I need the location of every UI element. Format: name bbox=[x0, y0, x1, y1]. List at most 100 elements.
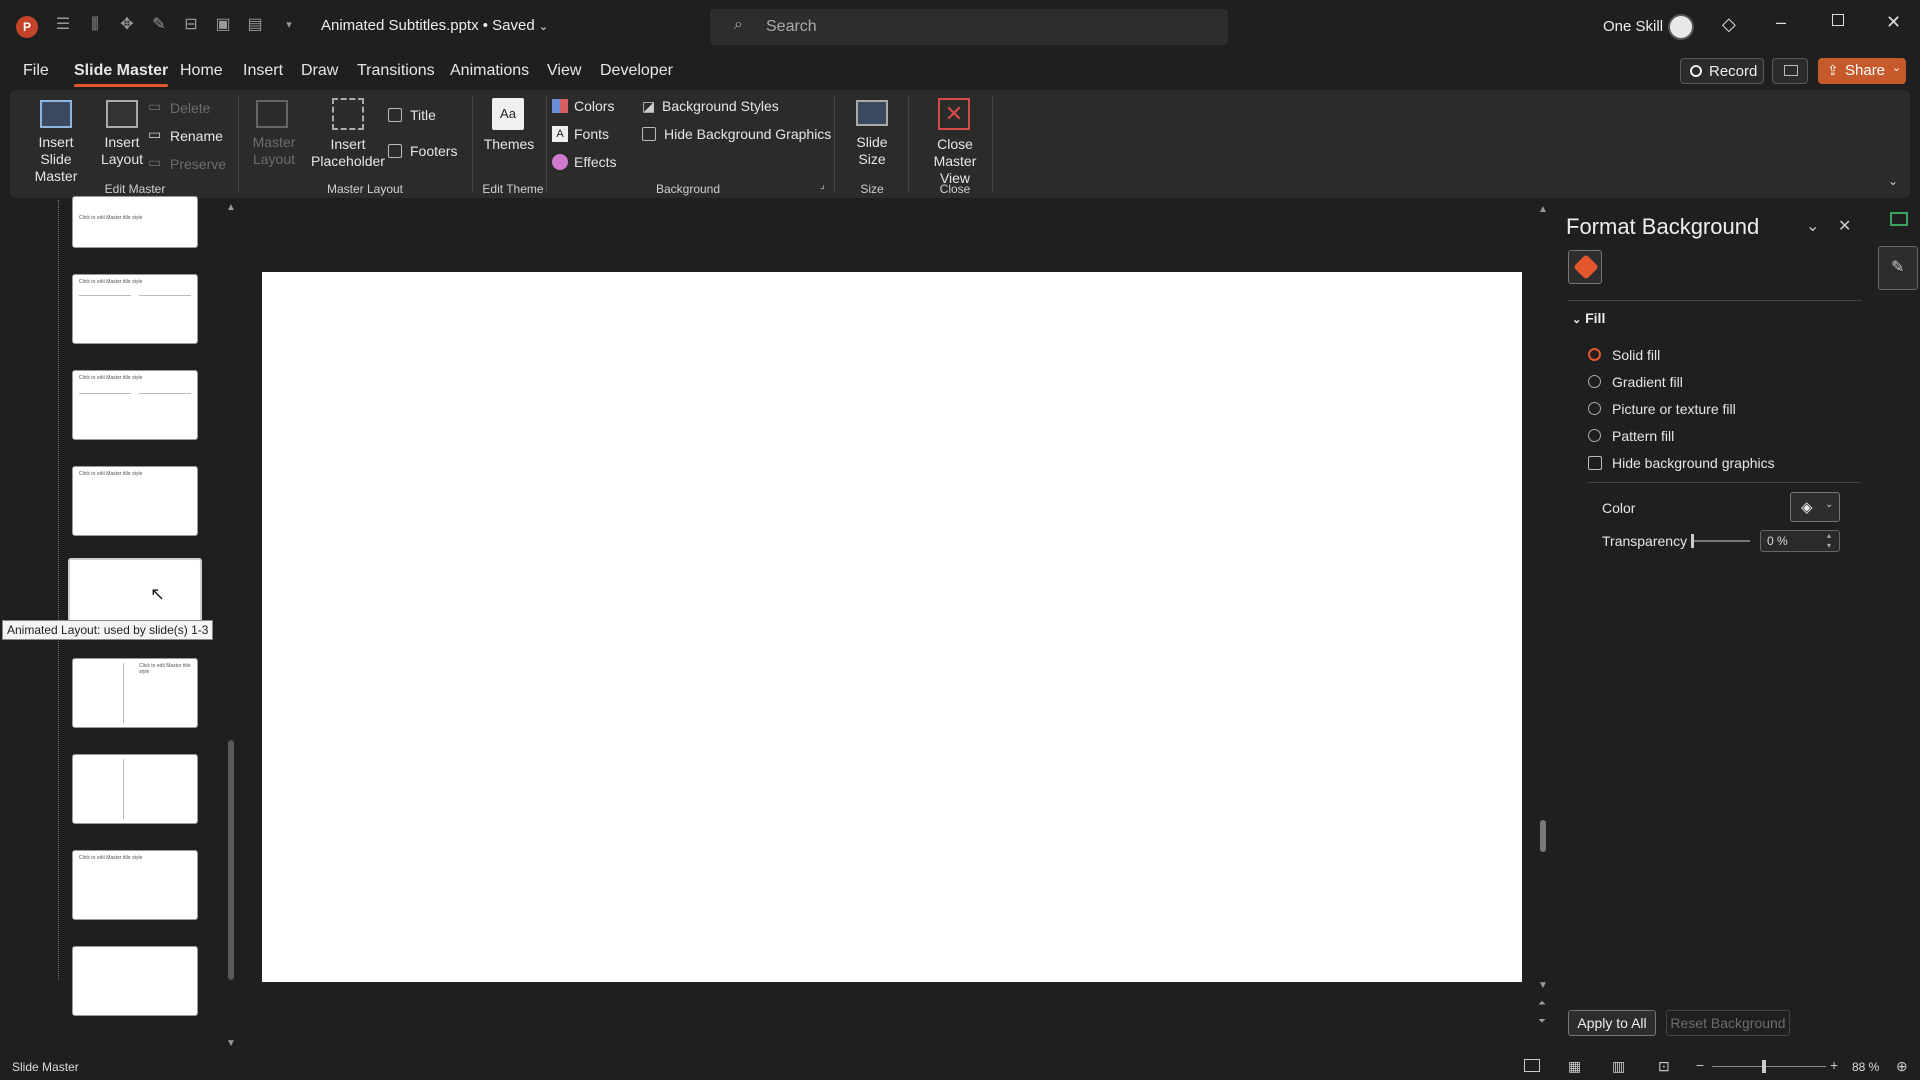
fit-to-window-icon[interactable]: ⊕ bbox=[1896, 1058, 1908, 1075]
slideshow-icon[interactable]: ⊡ bbox=[1658, 1058, 1670, 1075]
zoom-slider-thumb[interactable] bbox=[1762, 1060, 1766, 1073]
colors-dropdown[interactable]: Colors bbox=[552, 96, 642, 118]
user-name[interactable]: One Skill bbox=[1603, 18, 1663, 35]
effects-dropdown[interactable]: Effects bbox=[552, 152, 642, 174]
avatar[interactable] bbox=[1668, 14, 1694, 40]
comments-button[interactable] bbox=[1772, 58, 1808, 84]
chevron-down-icon: ⌄ bbox=[1572, 314, 1582, 326]
fill-option-pattern[interactable]: Pattern fill bbox=[1588, 427, 1788, 447]
canvas-scrollbar[interactable] bbox=[1540, 820, 1546, 852]
reading-view-icon[interactable]: ▥ bbox=[1612, 1058, 1625, 1075]
colors-icon bbox=[552, 99, 568, 113]
layout-thumbnail[interactable]: Click to edit Master title style bbox=[72, 850, 198, 920]
record-button[interactable]: Record bbox=[1680, 58, 1764, 84]
spinner-icon[interactable]: ▴ ▾ bbox=[1827, 531, 1831, 551]
themes-button[interactable]: Aa Themes bbox=[478, 96, 540, 178]
master-layout-button[interactable]: Master Layout bbox=[246, 96, 302, 178]
previous-slide-icon[interactable]: ⏶ bbox=[1538, 998, 1546, 1009]
close-window-icon[interactable]: ✕ bbox=[1886, 12, 1901, 33]
align-left-icon[interactable]: ⊟ bbox=[180, 14, 202, 36]
mouse-cursor-icon: ↖ bbox=[150, 584, 166, 604]
transparency-input[interactable]: 0 % ▴ ▾ bbox=[1760, 530, 1840, 552]
layout-thumbnail[interactable]: Click to edit Master title style bbox=[72, 658, 198, 728]
layout-thumbnail[interactable]: Click to edit Master title style bbox=[72, 466, 198, 536]
fill-option-solid[interactable]: Solid fill bbox=[1588, 346, 1788, 366]
chevron-down-icon[interactable]: ⌄ bbox=[1892, 61, 1901, 74]
scroll-up-icon[interactable]: ▲ bbox=[226, 202, 236, 213]
close-master-view-button[interactable]: ✕ Close Master View bbox=[914, 96, 996, 186]
hide-background-graphics-checkbox[interactable]: Hide Background Graphics bbox=[642, 124, 842, 146]
group-divider bbox=[834, 96, 835, 192]
align-icon[interactable]: ☰ bbox=[52, 14, 74, 36]
scroll-down-icon[interactable]: ▼ bbox=[226, 1038, 236, 1049]
tab-home[interactable]: Home bbox=[180, 62, 223, 80]
insert-layout-button[interactable]: Insert Layout bbox=[94, 96, 150, 178]
insert-placeholder-button[interactable]: Insert Placeholder bbox=[302, 96, 394, 178]
restore-icon[interactable] bbox=[1832, 14, 1844, 26]
collapse-ribbon-icon[interactable]: ⌄ bbox=[1888, 174, 1898, 188]
layout-thumbnail[interactable]: Click to edit Master title style bbox=[72, 370, 198, 440]
thumbnail-scrollbar[interactable] bbox=[228, 740, 234, 980]
scroll-up-icon[interactable]: ▲ bbox=[1538, 204, 1548, 215]
rename-button[interactable]: ▭ Rename bbox=[148, 126, 228, 148]
title-checkbox[interactable]: Title bbox=[388, 106, 458, 126]
zoom-in-icon[interactable]: + bbox=[1830, 1057, 1838, 1073]
insert-slide-master-button[interactable]: Insert Slide Master bbox=[22, 96, 90, 184]
slide-canvas[interactable] bbox=[262, 272, 1522, 982]
layout-thumbnail[interactable] bbox=[72, 946, 198, 1016]
diamond-icon[interactable]: ◇ bbox=[1722, 14, 1736, 35]
preserve-button[interactable]: ▭ Preserve bbox=[148, 154, 228, 176]
group-icon[interactable]: ▣ bbox=[212, 14, 234, 36]
share-button[interactable]: ⇪ Share ⌄ bbox=[1818, 58, 1906, 84]
background-styles-dropdown[interactable]: ◪ Background Styles bbox=[642, 96, 802, 118]
search-icon: ⌕ bbox=[734, 16, 743, 33]
tab-file[interactable]: File bbox=[23, 62, 49, 80]
fill-tab-button[interactable] bbox=[1568, 250, 1602, 284]
color-picker-button[interactable]: ◈ ⌄ bbox=[1790, 492, 1840, 522]
pen-icon[interactable]: ✎ bbox=[148, 14, 170, 36]
distribute-icon[interactable]: ⫼ bbox=[84, 14, 106, 36]
layout-thumbnail[interactable] bbox=[72, 754, 198, 824]
fill-option-gradient[interactable]: Gradient fill bbox=[1588, 373, 1788, 393]
arrange-icon[interactable]: ▤ bbox=[244, 14, 266, 36]
layout-thumbnail[interactable]: Click to edit Master title style bbox=[72, 274, 198, 344]
move-icon[interactable]: ✥ bbox=[116, 14, 138, 36]
customize-qat-icon[interactable]: ▾ bbox=[278, 14, 300, 36]
slide-sorter-icon[interactable]: ▦ bbox=[1568, 1058, 1581, 1075]
search-box[interactable]: ⌕ Search bbox=[710, 9, 1228, 45]
hide-background-graphics-option[interactable]: Hide background graphics bbox=[1588, 454, 1828, 474]
delete-button[interactable]: ▭ Delete bbox=[148, 98, 228, 120]
tab-slide-master[interactable]: Slide Master bbox=[74, 62, 169, 87]
pane-options-icon[interactable]: ⌄ bbox=[1806, 216, 1819, 236]
tab-view[interactable]: View bbox=[547, 62, 581, 80]
zoom-slider[interactable] bbox=[1712, 1060, 1826, 1073]
slider-thumb[interactable] bbox=[1691, 534, 1694, 548]
footers-checkbox[interactable]: Footers bbox=[388, 142, 468, 162]
slide-size-button[interactable]: Slide Size bbox=[840, 96, 904, 178]
document-title[interactable]: Animated Subtitles.pptx • Saved ⌄ bbox=[321, 17, 548, 34]
format-background-icon[interactable]: ✎ bbox=[1878, 246, 1918, 290]
tab-insert[interactable]: Insert bbox=[243, 62, 283, 80]
fill-option-picture[interactable]: Picture or texture fill bbox=[1588, 400, 1808, 420]
layout-thumbnail[interactable]: Click to edit Master title style bbox=[72, 196, 198, 248]
minimize-icon[interactable]: – bbox=[1776, 12, 1786, 33]
dialog-launcher-icon[interactable]: ⌟ bbox=[820, 180, 825, 191]
apply-to-all-button[interactable]: Apply to All bbox=[1568, 1010, 1656, 1036]
layout-thumbnail-selected[interactable]: ↖ bbox=[68, 558, 202, 628]
notes-icon[interactable] bbox=[1524, 1059, 1540, 1072]
title-checkbox-box bbox=[388, 108, 402, 122]
zoom-out-icon[interactable]: − bbox=[1696, 1057, 1704, 1073]
next-slide-icon[interactable]: ⏷ bbox=[1538, 1016, 1546, 1027]
fill-section-header[interactable]: ⌄ Fill bbox=[1572, 310, 1605, 326]
tab-transitions[interactable]: Transitions bbox=[357, 62, 435, 80]
scroll-down-icon[interactable]: ▼ bbox=[1538, 980, 1548, 991]
tab-developer[interactable]: Developer bbox=[600, 62, 673, 80]
reset-background-button[interactable]: Reset Background bbox=[1666, 1010, 1790, 1036]
tab-draw[interactable]: Draw bbox=[301, 62, 338, 80]
tab-animations[interactable]: Animations bbox=[450, 62, 529, 80]
transparency-slider[interactable] bbox=[1691, 534, 1750, 548]
fonts-dropdown[interactable]: A Fonts bbox=[552, 124, 642, 146]
slide-pane-icon[interactable] bbox=[1890, 212, 1908, 226]
close-pane-icon[interactable]: ✕ bbox=[1838, 216, 1851, 236]
zoom-level[interactable]: 88 % bbox=[1852, 1060, 1879, 1074]
